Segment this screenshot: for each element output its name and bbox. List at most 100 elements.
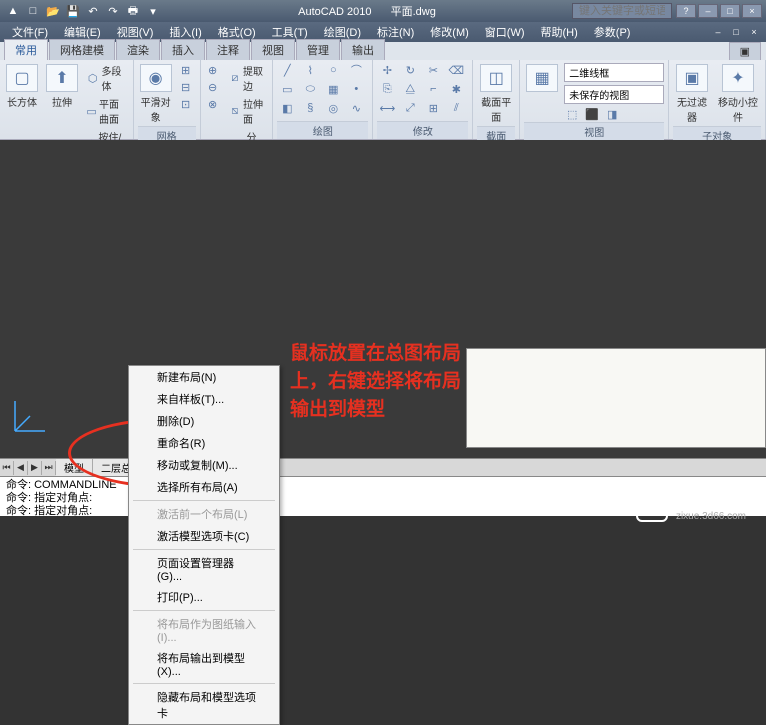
fillet-icon[interactable]: ⌐ [423,81,443,97]
polysolid-button[interactable]: ⬡多段体 [84,62,129,94]
tab-manage[interactable]: 管理 [296,39,340,60]
polyline-icon[interactable]: ⌇ [300,62,320,78]
close-icon[interactable]: × [742,4,762,18]
cm-hide-tabs[interactable]: 隐藏布局和模型选项卡 [129,686,279,724]
view-icon-3[interactable]: ◨ [604,106,620,122]
app-menu-icon[interactable]: ▲ [4,2,22,20]
view-icon-2[interactable]: ⬛ [584,106,600,122]
panel-label[interactable]: 绘图 [277,121,368,139]
hatch-icon[interactable]: ▦ [323,81,343,97]
extrudeface-button[interactable]: ⧅拉伸面 [227,95,269,127]
visual-style-dropdown[interactable]: 二维线框 [564,63,664,82]
doc-maximize-icon[interactable]: □ [728,25,744,39]
search-input[interactable] [572,3,672,19]
line-icon[interactable]: ╱ [277,62,297,78]
region-icon[interactable]: ◧ [277,100,297,116]
tab-expand-icon[interactable]: ▣ [729,42,761,60]
help-icon[interactable]: ? [676,4,696,18]
saved-view-dropdown[interactable]: 未保存的视图 [564,85,664,104]
planesurface-button[interactable]: ▭平面曲面 [84,95,129,127]
open-icon[interactable]: 📂 [44,2,62,20]
smooth-icon: ◉ [140,64,172,92]
tab-home[interactable]: 常用 [4,39,48,60]
subtract-icon[interactable]: ⊖ [205,79,221,95]
helix-icon[interactable]: § [300,100,320,116]
erase-icon[interactable]: ⌫ [446,62,466,78]
print-icon[interactable]: 🖶 [124,2,142,20]
panel-label[interactable]: 视图 [524,122,664,140]
undo-icon[interactable]: ↶ [84,2,102,20]
extractedges-button[interactable]: ⧄提取边 [227,62,269,94]
ellipse-icon[interactable]: ⬭ [300,81,320,97]
cm-from-template[interactable]: 来自样板(T)... [129,388,279,410]
tab-annotate[interactable]: 注释 [206,39,250,60]
doc-close-icon[interactable]: × [746,25,762,39]
menu-window[interactable]: 窗口(W) [477,22,533,42]
scale-icon[interactable]: ⤢ [400,100,420,116]
union-icon[interactable]: ⊕ [205,62,221,78]
cm-delete[interactable]: 删除(D) [129,410,279,432]
qat-dropdown-icon[interactable]: ▾ [144,2,162,20]
tab-first-icon[interactable]: ⏮ [0,461,14,475]
tab-prev-icon[interactable]: ◀ [14,461,28,475]
view-icon-1[interactable]: ⬚ [564,106,580,122]
array-icon[interactable]: ⊞ [423,100,443,116]
cm-export-to-model[interactable]: 将布局输出到模型(X)... [129,647,279,681]
cm-import-sheet: 将布局作为图纸输入(I)... [129,613,279,647]
save-icon[interactable]: 💾 [64,2,82,20]
copy-icon[interactable]: ⎘ [377,81,397,97]
tab-next-icon[interactable]: ▶ [28,461,42,475]
offset-icon[interactable]: ⫽ [446,100,466,116]
cm-activate-model[interactable]: 激活模型选项卡(C) [129,525,279,547]
panel-label[interactable]: 修改 [377,121,468,139]
menu-params[interactable]: 参数(P) [586,22,639,42]
window-buttons: ? – □ × [676,4,762,18]
tab-render[interactable]: 渲染 [116,39,160,60]
donut-icon[interactable]: ◎ [323,100,343,116]
mesh-icon-3[interactable]: ⊡ [178,96,194,112]
rect-icon[interactable]: ▭ [277,81,297,97]
cm-select-all[interactable]: 选择所有布局(A) [129,476,279,498]
cm-print[interactable]: 打印(P)... [129,586,279,608]
section-button[interactable]: ◫ 截面平面 [477,62,515,126]
tab-insert[interactable]: 插入 [161,39,205,60]
cm-move-copy[interactable]: 移动或复制(M)... [129,454,279,476]
nofilter-button[interactable]: ▣ 无过滤器 [673,62,711,126]
mirror-icon[interactable]: ⧋ [400,81,420,97]
cm-page-setup[interactable]: 页面设置管理器(G)... [129,552,279,586]
menu-modify[interactable]: 修改(M) [422,22,477,42]
tab-last-icon[interactable]: ⏭ [42,461,56,475]
point-icon[interactable]: • [346,81,366,97]
spline-icon[interactable]: ∿ [346,100,366,116]
gizmo-button[interactable]: ✦ 移动小控件 [715,62,761,126]
section-icon: ◫ [480,64,512,92]
arc-icon[interactable]: ⌒ [346,62,366,78]
rotate-icon[interactable]: ↻ [400,62,420,78]
tab-mesh[interactable]: 网格建模 [49,39,115,60]
cm-new-layout[interactable]: 新建布局(N) [129,366,279,388]
mesh-icon-2[interactable]: ⊟ [178,79,194,95]
box-button[interactable]: ▢ 长方体 [4,62,40,111]
extrude-button[interactable]: ⬆ 拉伸 [44,62,80,111]
intersect-icon[interactable]: ⊗ [205,96,221,112]
panel-draw: ╱ ⌇ ○ ⌒ ▭ ⬭ ▦ • ◧ § ◎ ∿ 绘图 [273,60,373,139]
watermark-url: zixue.3d66.com [676,511,746,522]
doc-minimize-icon[interactable]: – [710,25,726,39]
smooth-button[interactable]: ◉ 平滑对象 [138,62,174,126]
tab-output[interactable]: 输出 [341,39,385,60]
explode-icon[interactable]: ✱ [446,81,466,97]
maximize-icon[interactable]: □ [720,4,740,18]
tab-view[interactable]: 视图 [251,39,295,60]
circle-icon[interactable]: ○ [323,62,343,78]
cm-separator [133,683,275,684]
redo-icon[interactable]: ↷ [104,2,122,20]
cm-rename[interactable]: 重命名(R) [129,432,279,454]
stretch-icon[interactable]: ⟷ [377,100,397,116]
minimize-icon[interactable]: – [698,4,718,18]
menu-help[interactable]: 帮助(H) [533,22,586,42]
viewstyle-button[interactable]: ▦ [524,62,560,94]
mesh-icon-1[interactable]: ⊞ [178,62,194,78]
new-icon[interactable]: □ [24,2,42,20]
move-icon[interactable]: ✢ [377,62,397,78]
trim-icon[interactable]: ✂ [423,62,443,78]
